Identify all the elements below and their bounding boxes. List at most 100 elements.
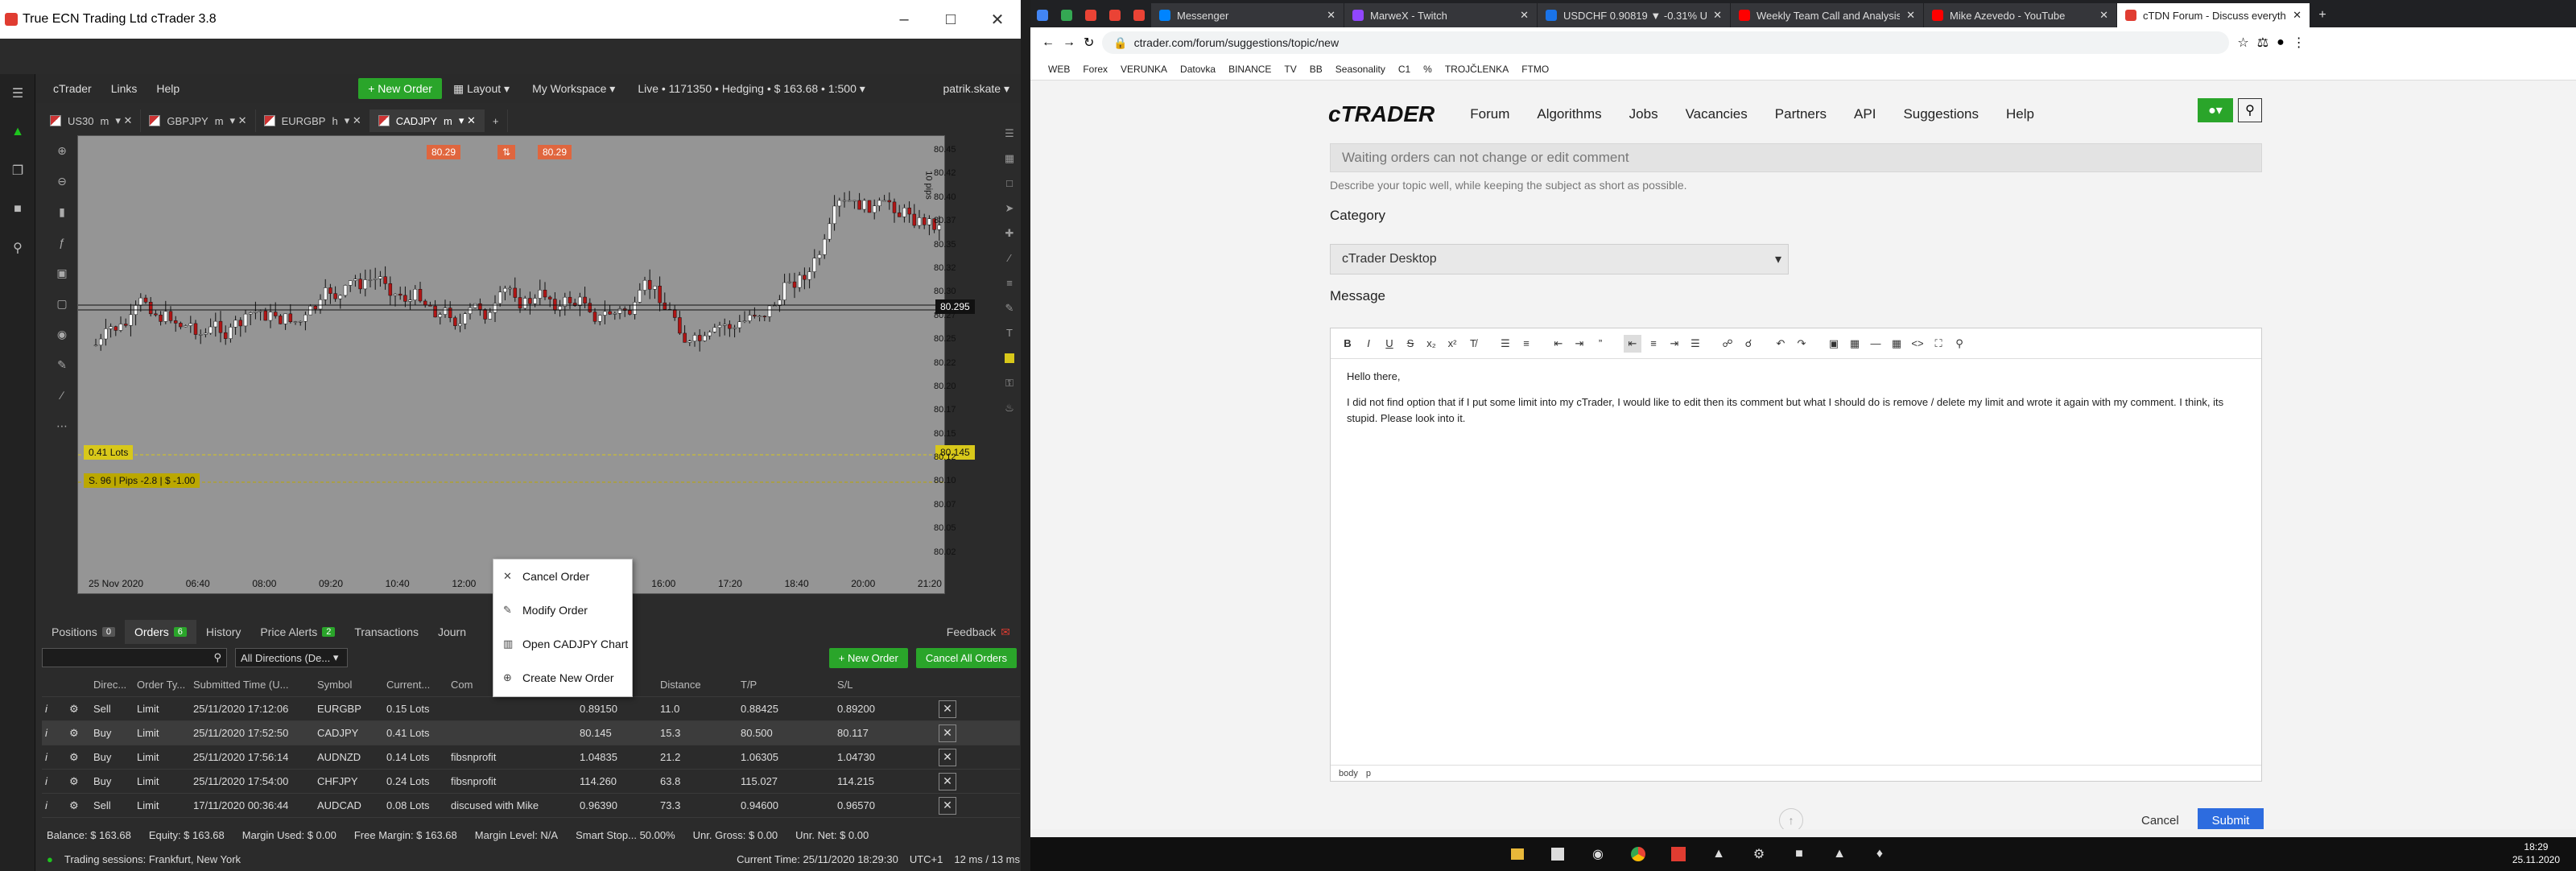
eye-icon[interactable]: ◉ xyxy=(48,319,76,349)
menu-help[interactable]: Help xyxy=(147,82,189,95)
bookmark-item[interactable]: BB xyxy=(1310,64,1323,75)
bookmark-item[interactable]: TROJČLENKA xyxy=(1445,64,1509,75)
browser-tab[interactable]: Mike Azevedo - YouTube ✕ xyxy=(1924,3,2117,27)
crosshair-icon[interactable]: ✚ xyxy=(998,221,1021,246)
tab-close-icon[interactable]: ✕ xyxy=(1713,9,1722,22)
nav-link-vacancies[interactable]: Vacancies xyxy=(1686,106,1748,122)
system-clock[interactable]: 18:29 25.11.2020 xyxy=(2512,840,2560,866)
bookmark-item[interactable]: % xyxy=(1423,64,1432,75)
forward-icon[interactable]: → xyxy=(1063,35,1075,50)
col-direction[interactable]: Direc... xyxy=(90,679,134,691)
bookmark-item[interactable]: BINANCE xyxy=(1228,64,1271,75)
tab-history[interactable]: History xyxy=(196,620,251,644)
pencil-icon[interactable]: ✎ xyxy=(998,295,1021,320)
row-info-icon[interactable]: i xyxy=(42,775,66,787)
cancel-order-item[interactable]: ✕ Cancel Order xyxy=(493,559,632,593)
app-icon[interactable]: ⚙ xyxy=(1739,837,1779,871)
tab-close-icon[interactable]: ✕ xyxy=(1520,9,1529,22)
col-current[interactable]: Current... xyxy=(383,679,448,691)
profile-icon[interactable]: ● xyxy=(2277,35,2285,50)
ctrader-taskbar-icon[interactable] xyxy=(1658,837,1699,871)
bookmark-item[interactable]: TV xyxy=(1284,64,1296,75)
file-explorer-icon[interactable] xyxy=(1497,837,1538,871)
row-settings-icon[interactable]: ⚙ xyxy=(66,775,90,788)
app-icon[interactable]: ▲ xyxy=(1819,837,1860,871)
path-body[interactable]: body xyxy=(1339,769,1358,778)
tab-transactions[interactable]: Transactions xyxy=(345,620,428,644)
align-center-icon[interactable]: ≡ xyxy=(1645,335,1662,353)
media-icon[interactable]: ▦ xyxy=(1846,335,1864,353)
row-info-icon[interactable]: i xyxy=(42,727,66,739)
zoom-out-icon[interactable]: ⊖ xyxy=(48,166,76,196)
fib-icon[interactable]: ≡ xyxy=(998,270,1021,295)
topic-subject-field[interactable]: Waiting orders can not change or edit co… xyxy=(1330,143,2262,172)
window-icon[interactable]: □ xyxy=(998,171,1021,196)
cancel-row-icon[interactable]: ✕ xyxy=(939,796,956,815)
bookmark-item[interactable]: Datovka xyxy=(1180,64,1216,75)
cancel-row-icon[interactable]: ✕ xyxy=(939,700,956,718)
reload-icon[interactable]: ↻ xyxy=(1084,35,1094,51)
cancel-all-orders-button[interactable]: Cancel All Orders xyxy=(915,647,1017,668)
fullscreen-icon[interactable]: ⛶ xyxy=(1930,335,1947,353)
browser-tab[interactable]: USDCHF 0.90819 ▼ -0.31% Unn ✕ xyxy=(1538,3,1731,27)
automate-icon[interactable]: ■ xyxy=(0,190,35,229)
align-justify-icon[interactable]: ☰ xyxy=(1686,335,1704,353)
nav-link-help[interactable]: Help xyxy=(2006,106,2034,122)
underline-icon[interactable]: U xyxy=(1381,335,1398,353)
bullet-list-icon[interactable]: ≡ xyxy=(1517,335,1535,353)
col-sl[interactable]: S/L xyxy=(834,679,939,691)
row-settings-icon[interactable]: ⚙ xyxy=(66,727,90,740)
unlink-icon[interactable]: ☌ xyxy=(1740,335,1757,353)
path-p[interactable]: p xyxy=(1366,769,1371,778)
row-info-icon[interactable]: i xyxy=(42,751,66,763)
browser-tab[interactable]: Messenger ✕ xyxy=(1151,3,1344,27)
row-settings-icon[interactable]: ⚙ xyxy=(66,703,90,716)
user-menu[interactable]: patrik.skate ▾ xyxy=(931,82,1021,96)
close-icon[interactable]: ✕ xyxy=(974,10,1021,30)
clear-format-icon[interactable]: T̸ xyxy=(1464,335,1482,353)
open-chart-item[interactable]: ▥ Open CADJPY Chart xyxy=(493,627,632,661)
swap-tag[interactable]: ⇅ xyxy=(497,145,516,159)
search-icon[interactable]: ⚲ xyxy=(2238,98,2262,122)
preview-icon[interactable]: ⚲ xyxy=(1951,335,1968,353)
nav-link-api[interactable]: API xyxy=(1854,106,1876,122)
pinned-tab[interactable] xyxy=(1127,3,1151,27)
hr-icon[interactable]: ― xyxy=(1867,335,1885,353)
col-distance[interactable]: Distance xyxy=(657,679,737,691)
tab-close-icon[interactable]: ✕ xyxy=(1906,9,1915,22)
indicator-icon[interactable]: ƒ xyxy=(48,227,76,258)
bell-icon[interactable]: ♨ xyxy=(998,395,1021,420)
col-type[interactable]: Order Ty... xyxy=(134,679,190,691)
table-row[interactable]: i ⚙ Buy Limit 25/11/2020 17:56:14 AUDNZD 0.14 … xyxy=(42,745,1020,770)
chart-tab-us30[interactable]: US30 m ▾ ✕ xyxy=(42,109,142,132)
app-icon[interactable]: ■ xyxy=(1779,837,1819,871)
scroll-to-top-icon[interactable]: ↑ xyxy=(1779,808,1803,829)
superscript-icon[interactable]: x² xyxy=(1443,335,1461,353)
tab-close-icon[interactable]: ✕ xyxy=(2293,9,2301,22)
app-icon[interactable]: ♦ xyxy=(1860,837,1900,871)
windows-icon[interactable] xyxy=(1538,837,1578,871)
pinned-tab[interactable] xyxy=(1055,3,1079,27)
table-row[interactable]: i ⚙ Sell Limit 17/11/2020 00:36:44 AUDCAD 0.08… xyxy=(42,794,1020,818)
tab-journal[interactable]: Journ xyxy=(428,620,476,644)
image-icon[interactable]: ▣ xyxy=(1825,335,1843,353)
bookmark-item[interactable]: FTMO xyxy=(1521,64,1549,75)
app-icon[interactable]: ▲ xyxy=(1699,837,1739,871)
cancel-button[interactable]: Cancel xyxy=(2141,808,2179,829)
watchlist-icon[interactable]: ☰ xyxy=(998,121,1021,146)
italic-icon[interactable]: I xyxy=(1360,335,1377,353)
cancel-row-icon[interactable]: ✕ xyxy=(939,772,956,791)
pinned-tab[interactable] xyxy=(1103,3,1127,27)
create-order-item[interactable]: ⊕ Create New Order xyxy=(493,661,632,695)
table-row[interactable]: i ⚙ Buy Limit 25/11/2020 17:52:50 CADJPY 0.41 … xyxy=(42,721,1020,745)
align-left-icon[interactable]: ⇤ xyxy=(1624,334,1641,353)
pinned-tab[interactable] xyxy=(1030,3,1055,27)
stop-loss-label[interactable]: S. 96 | Pips -2.8 | $ -1.00 xyxy=(84,473,200,488)
feedback-button[interactable]: Feedback ✉ xyxy=(937,620,1020,644)
nav-link-jobs[interactable]: Jobs xyxy=(1629,106,1658,122)
tab-positions[interactable]: Positions 0 xyxy=(42,620,125,644)
submit-button[interactable]: Submit xyxy=(2198,808,2264,829)
copy-icon[interactable]: ❐ xyxy=(0,151,35,190)
site-logo[interactable]: cTRADER xyxy=(1328,101,1435,127)
pinned-tab[interactable] xyxy=(1079,3,1103,27)
